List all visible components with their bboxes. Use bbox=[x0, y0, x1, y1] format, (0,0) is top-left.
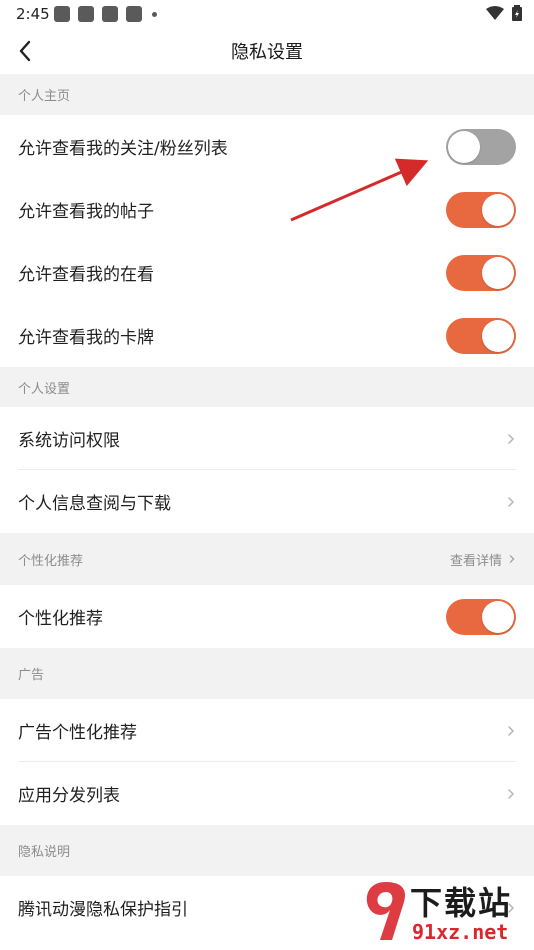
watermark-brand: 下载站 bbox=[410, 884, 513, 922]
section-label: 个人设置 bbox=[18, 381, 71, 397]
back-arrow-icon bbox=[19, 40, 31, 62]
section-label: 个人主页 bbox=[18, 89, 71, 104]
setting-label: 允许查看我的卡牌 bbox=[18, 328, 154, 348]
section-header-privacy-info: 隐私说明 bbox=[0, 825, 534, 876]
setting-label: 个人信息查阅与下载 bbox=[18, 494, 171, 514]
setting-row-posts: 允许查看我的帖子 bbox=[0, 178, 534, 241]
view-details-link[interactable]: 查看详情 bbox=[450, 550, 516, 569]
chevron-right-icon bbox=[508, 725, 515, 736]
setting-label: 个性化推荐 bbox=[18, 609, 103, 629]
section-label: 隐私说明 bbox=[18, 845, 71, 860]
chevron-right-icon bbox=[508, 496, 515, 507]
personalized-toggle[interactable] bbox=[446, 598, 516, 635]
setting-label: 允许查看我的在看 bbox=[18, 265, 154, 285]
toggle-knob bbox=[482, 600, 514, 633]
chevron-right-icon bbox=[508, 433, 515, 444]
watermark-url: 91xz.net bbox=[412, 920, 509, 944]
posts-toggle[interactable] bbox=[446, 191, 516, 228]
watermark-logo-icon bbox=[366, 882, 406, 940]
view-details-label: 查看详情 bbox=[449, 553, 502, 569]
title-bar: 隐私设置 bbox=[0, 28, 534, 74]
notification-icon bbox=[78, 6, 94, 22]
section-header-personal-home: 个人主页 bbox=[0, 74, 534, 115]
section-label: 广告 bbox=[18, 668, 45, 683]
setting-row-ad-personalization[interactable]: 广告个性化推荐 bbox=[0, 699, 534, 762]
setting-row-app-distribution[interactable]: 应用分发列表 bbox=[0, 762, 534, 825]
setting-label: 腾讯动漫隐私保护指引 bbox=[18, 900, 188, 920]
back-button[interactable] bbox=[10, 36, 40, 66]
setting-label: 系统访问权限 bbox=[18, 431, 120, 451]
battery-icon bbox=[512, 5, 522, 21]
setting-label: 允许查看我的关注/粉丝列表 bbox=[18, 139, 228, 159]
cards-toggle[interactable] bbox=[446, 317, 516, 354]
page-title: 隐私设置 bbox=[231, 42, 303, 63]
watermark: 下载站 91xz.net bbox=[360, 878, 530, 948]
section-header-personalized: 个性化推荐 查看详情 bbox=[0, 533, 534, 585]
chevron-right-icon bbox=[509, 555, 515, 563]
more-notifications-icon bbox=[152, 11, 157, 17]
toggle-knob bbox=[482, 319, 514, 352]
status-bar: 2:45 bbox=[0, 0, 534, 28]
notification-icon bbox=[54, 6, 70, 22]
section-header-ads: 广告 bbox=[0, 648, 534, 699]
toggle-knob bbox=[482, 193, 514, 226]
setting-row-system-access[interactable]: 系统访问权限 bbox=[0, 407, 534, 470]
toggle-knob bbox=[448, 130, 480, 163]
notification-icon bbox=[102, 6, 118, 22]
setting-row-cards: 允许查看我的卡牌 bbox=[0, 304, 534, 367]
status-time: 2:45 bbox=[16, 5, 50, 23]
setting-label: 应用分发列表 bbox=[18, 786, 120, 806]
wifi-icon bbox=[486, 6, 504, 20]
setting-label: 广告个性化推荐 bbox=[18, 723, 137, 743]
section-label: 个性化推荐 bbox=[18, 553, 84, 569]
watching-toggle[interactable] bbox=[446, 254, 516, 291]
setting-row-watching: 允许查看我的在看 bbox=[0, 241, 534, 304]
setting-row-followers-list: 允许查看我的关注/粉丝列表 bbox=[0, 115, 534, 178]
followers-list-toggle[interactable] bbox=[446, 128, 516, 165]
setting-row-personalized: 个性化推荐 bbox=[0, 585, 534, 648]
setting-label: 允许查看我的帖子 bbox=[18, 202, 154, 222]
setting-row-personal-info-download[interactable]: 个人信息查阅与下载 bbox=[0, 470, 534, 533]
section-header-personal-settings: 个人设置 bbox=[0, 367, 534, 407]
notification-icon bbox=[126, 6, 142, 22]
toggle-knob bbox=[482, 256, 514, 289]
chevron-right-icon bbox=[508, 788, 515, 799]
